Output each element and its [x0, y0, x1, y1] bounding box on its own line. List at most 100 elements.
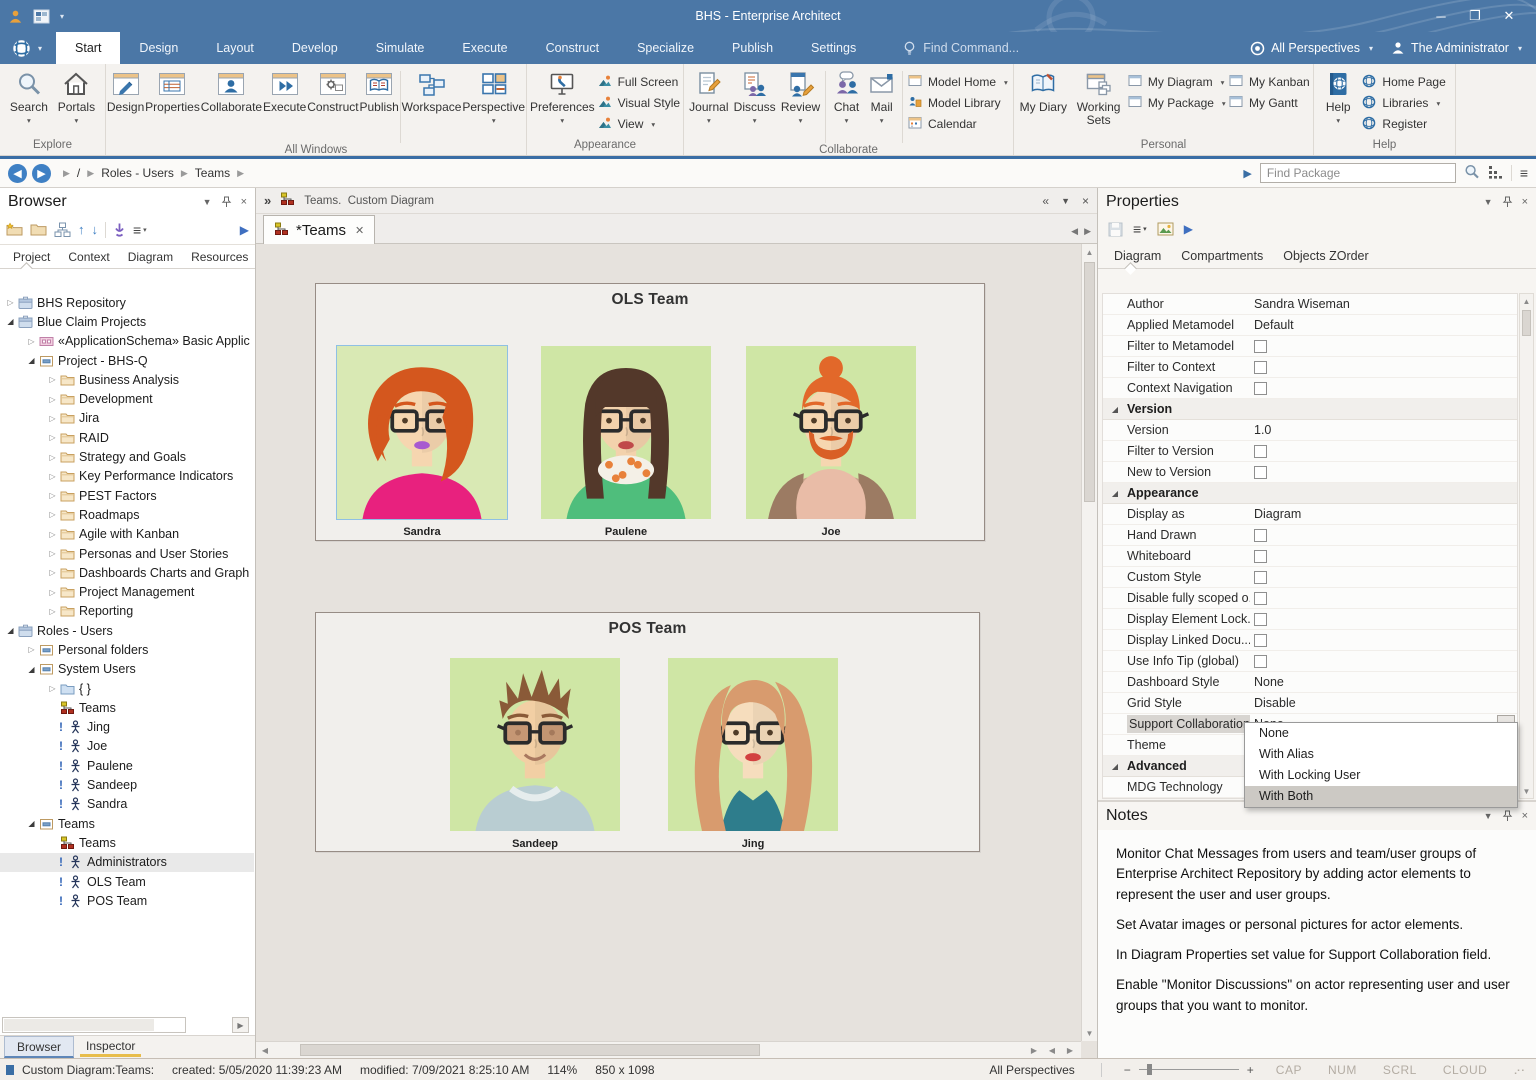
ribbon-collaborate-button[interactable]: Collaborate — [201, 69, 262, 114]
avatar-image-joe[interactable] — [746, 346, 916, 519]
property-row-version[interactable]: Version1.0 — [1103, 420, 1517, 441]
checkbox-display-element-lock[interactable] — [1254, 613, 1267, 626]
property-row-display-linked-docu[interactable]: Display Linked Docu... — [1103, 630, 1517, 651]
diagram-canvas[interactable]: OLS TeamPOS TeamSandraPauleneJoeSandeepJ… — [256, 244, 1081, 1041]
avatar-image-jing[interactable] — [668, 658, 838, 831]
ribbon-calendar-button[interactable]: Calendar — [908, 115, 1008, 133]
breadcrumb-item-teams[interactable]: Teams — [195, 166, 230, 180]
user-menu[interactable]: The Administrator▾ — [1391, 41, 1522, 55]
menu-tab-simulate[interactable]: Simulate — [357, 32, 444, 64]
expand-icon[interactable]: ▷ — [25, 337, 38, 346]
menu-tab-start[interactable]: Start — [56, 32, 120, 64]
close-button[interactable]: ✕ — [1492, 8, 1526, 24]
tree-item-agile-with-kanban[interactable]: ▷Agile with Kanban — [0, 525, 254, 544]
expand-icon[interactable]: ▷ — [46, 549, 59, 558]
property-row-disable-fully-scoped-o[interactable]: Disable fully scoped o... — [1103, 588, 1517, 609]
browser-hamburger-icon[interactable]: ≡▾ — [133, 222, 147, 238]
move-up-icon[interactable]: ↑ — [78, 222, 85, 237]
ribbon-libraries-button[interactable]: Libraries▾ — [1362, 94, 1445, 112]
tree-item-project-bhs-q[interactable]: ◢Project - BHS-Q — [0, 351, 254, 370]
tab-scroll-left-icon[interactable]: ◀ — [1071, 226, 1078, 237]
checkbox-hand-drawn[interactable] — [1254, 529, 1267, 542]
tree-item-joe[interactable]: !Joe — [0, 737, 254, 756]
pan-right-icon[interactable]: ▶ — [1063, 1042, 1077, 1058]
expand-icon[interactable]: ▷ — [46, 453, 59, 462]
tree-item-sandeep[interactable]: !Sandeep — [0, 775, 254, 794]
ribbon-search-button[interactable]: Search▾ — [10, 69, 48, 125]
ribbon-visual-style-button[interactable]: Visual Style — [598, 94, 680, 112]
ribbon-journal-button[interactable]: Journal▾ — [689, 69, 728, 125]
notes-editor[interactable]: Monitor Chat Messages from users and tea… — [1098, 830, 1536, 1058]
collapse-icon[interactable]: ◢ — [25, 356, 38, 365]
scroll-right-icon[interactable]: ▶ — [1027, 1042, 1041, 1058]
browser-tab-context[interactable]: Context — [59, 250, 118, 268]
checkbox-display-linked-docu[interactable] — [1254, 634, 1267, 647]
nav-forward-button[interactable]: ▶ — [32, 164, 51, 183]
tree-item-personas-and-user-stories[interactable]: ▷Personas and User Stories — [0, 544, 254, 563]
quick-access-caret-icon[interactable]: ▾ — [60, 12, 64, 21]
property-row-use-info-tip-global[interactable]: Use Info Tip (global) — [1103, 651, 1517, 672]
app-menu-button[interactable]: ▾ — [0, 32, 56, 64]
scroll-up-icon[interactable]: ▲ — [1520, 295, 1533, 307]
avatar-image-sandra[interactable] — [337, 346, 507, 519]
outline-grid-icon[interactable] — [1488, 164, 1503, 182]
dropdown-item-none[interactable]: None — [1245, 723, 1517, 744]
tree-item-blue-claim-projects[interactable]: ◢Blue Claim Projects — [0, 312, 254, 331]
expand-icon[interactable]: ▷ — [46, 684, 59, 693]
browser-hscrollbar[interactable]: ▶ — [2, 1017, 251, 1034]
canvas-hscrollbar[interactable]: ◀ ▶ ◀ ▶ — [256, 1041, 1081, 1058]
tree-item-bhs-repository[interactable]: ▷BHS Repository — [0, 293, 254, 312]
properties-tab-compartments[interactable]: Compartments — [1171, 249, 1273, 268]
minimize-button[interactable]: ─ — [1424, 9, 1458, 24]
browser-scroll-right-icon[interactable]: ▶ — [232, 1017, 249, 1033]
properties-close-icon[interactable]: × — [1522, 196, 1528, 208]
tree-item-dashboards-charts-and-graph[interactable]: ▷Dashboards Charts and Graph — [0, 563, 254, 582]
zoom-knob[interactable] — [1147, 1064, 1152, 1075]
tab-scroll-right-icon[interactable]: ▶ — [1084, 226, 1091, 237]
browser-pin-icon[interactable] — [221, 196, 232, 208]
checkbox-filter-to-version[interactable] — [1254, 445, 1267, 458]
collapse-icon[interactable]: ◢ — [4, 317, 17, 326]
tab-close-icon[interactable]: ✕ — [355, 224, 364, 237]
scroll-down-icon[interactable]: ▼ — [1082, 1026, 1097, 1040]
ribbon-model-library-button[interactable]: Model Library — [908, 94, 1008, 112]
scroll-left-icon[interactable]: ◀ — [258, 1042, 272, 1058]
pan-left-icon[interactable]: ◀ — [1045, 1042, 1059, 1058]
ribbon-preferences-button[interactable]: Preferences▾ — [530, 69, 595, 125]
ribbon-my-gantt-button[interactable]: My Gantt — [1229, 94, 1310, 112]
menu-tab-publish[interactable]: Publish — [713, 32, 792, 64]
tree-item-ols-team[interactable]: !OLS Team — [0, 872, 254, 891]
link-icon[interactable] — [113, 222, 126, 237]
property-row-author[interactable]: AuthorSandra Wiseman — [1103, 294, 1517, 315]
tree-item-key-performance-indicators[interactable]: ▷Key Performance Indicators — [0, 467, 254, 486]
browser-go-icon[interactable]: ▶ — [240, 223, 249, 237]
chevrons-icon[interactable]: » — [264, 193, 271, 208]
tree-item-administrators[interactable]: !Administrators — [0, 853, 254, 872]
expand-icon[interactable]: ▷ — [46, 375, 59, 384]
ribbon-discuss-button[interactable]: Discuss▾ — [734, 69, 776, 125]
scroll-down-icon[interactable]: ▼ — [1520, 785, 1533, 797]
collapse-icon[interactable]: ◢ — [25, 819, 38, 828]
zoom-slider[interactable]: − + — [1124, 1063, 1254, 1077]
notes-pin-icon[interactable] — [1502, 810, 1513, 822]
properties-pin-icon[interactable] — [1502, 196, 1513, 208]
properties-go-icon[interactable]: ▶ — [1184, 222, 1193, 236]
ribbon-full-screen-button[interactable]: Full Screen — [598, 73, 680, 91]
properties-tab-objects-zorder[interactable]: Objects ZOrder — [1273, 249, 1378, 268]
notes-dropdown-icon[interactable]: ▼ — [1484, 811, 1493, 821]
resize-grip[interactable]: ⡠⠄ — [1513, 1064, 1528, 1075]
tree-item-strategy-and-goals[interactable]: ▷Strategy and Goals — [0, 447, 254, 466]
breadcrumb-item-[interactable]: / — [77, 166, 80, 180]
avatar-image-sandeep[interactable] — [450, 658, 620, 831]
tree-item-jira[interactable]: ▷Jira — [0, 409, 254, 428]
browser-tab-project[interactable]: Project — [4, 250, 59, 268]
notes-close-icon[interactable]: × — [1522, 810, 1528, 822]
avatar-jing[interactable]: Jing — [668, 658, 838, 850]
property-row-new-to-version[interactable]: New to Version — [1103, 462, 1517, 483]
checkbox-whiteboard[interactable] — [1254, 550, 1267, 563]
tree-item-raid[interactable]: ▷RAID — [0, 428, 254, 447]
property-row-applied-metamodel[interactable]: Applied MetamodelDefault — [1103, 315, 1517, 336]
ribbon-construct-button[interactable]: Construct — [307, 69, 358, 114]
tree-item-roadmaps[interactable]: ▷Roadmaps — [0, 505, 254, 524]
property-section-version[interactable]: ◢Version — [1103, 399, 1517, 420]
